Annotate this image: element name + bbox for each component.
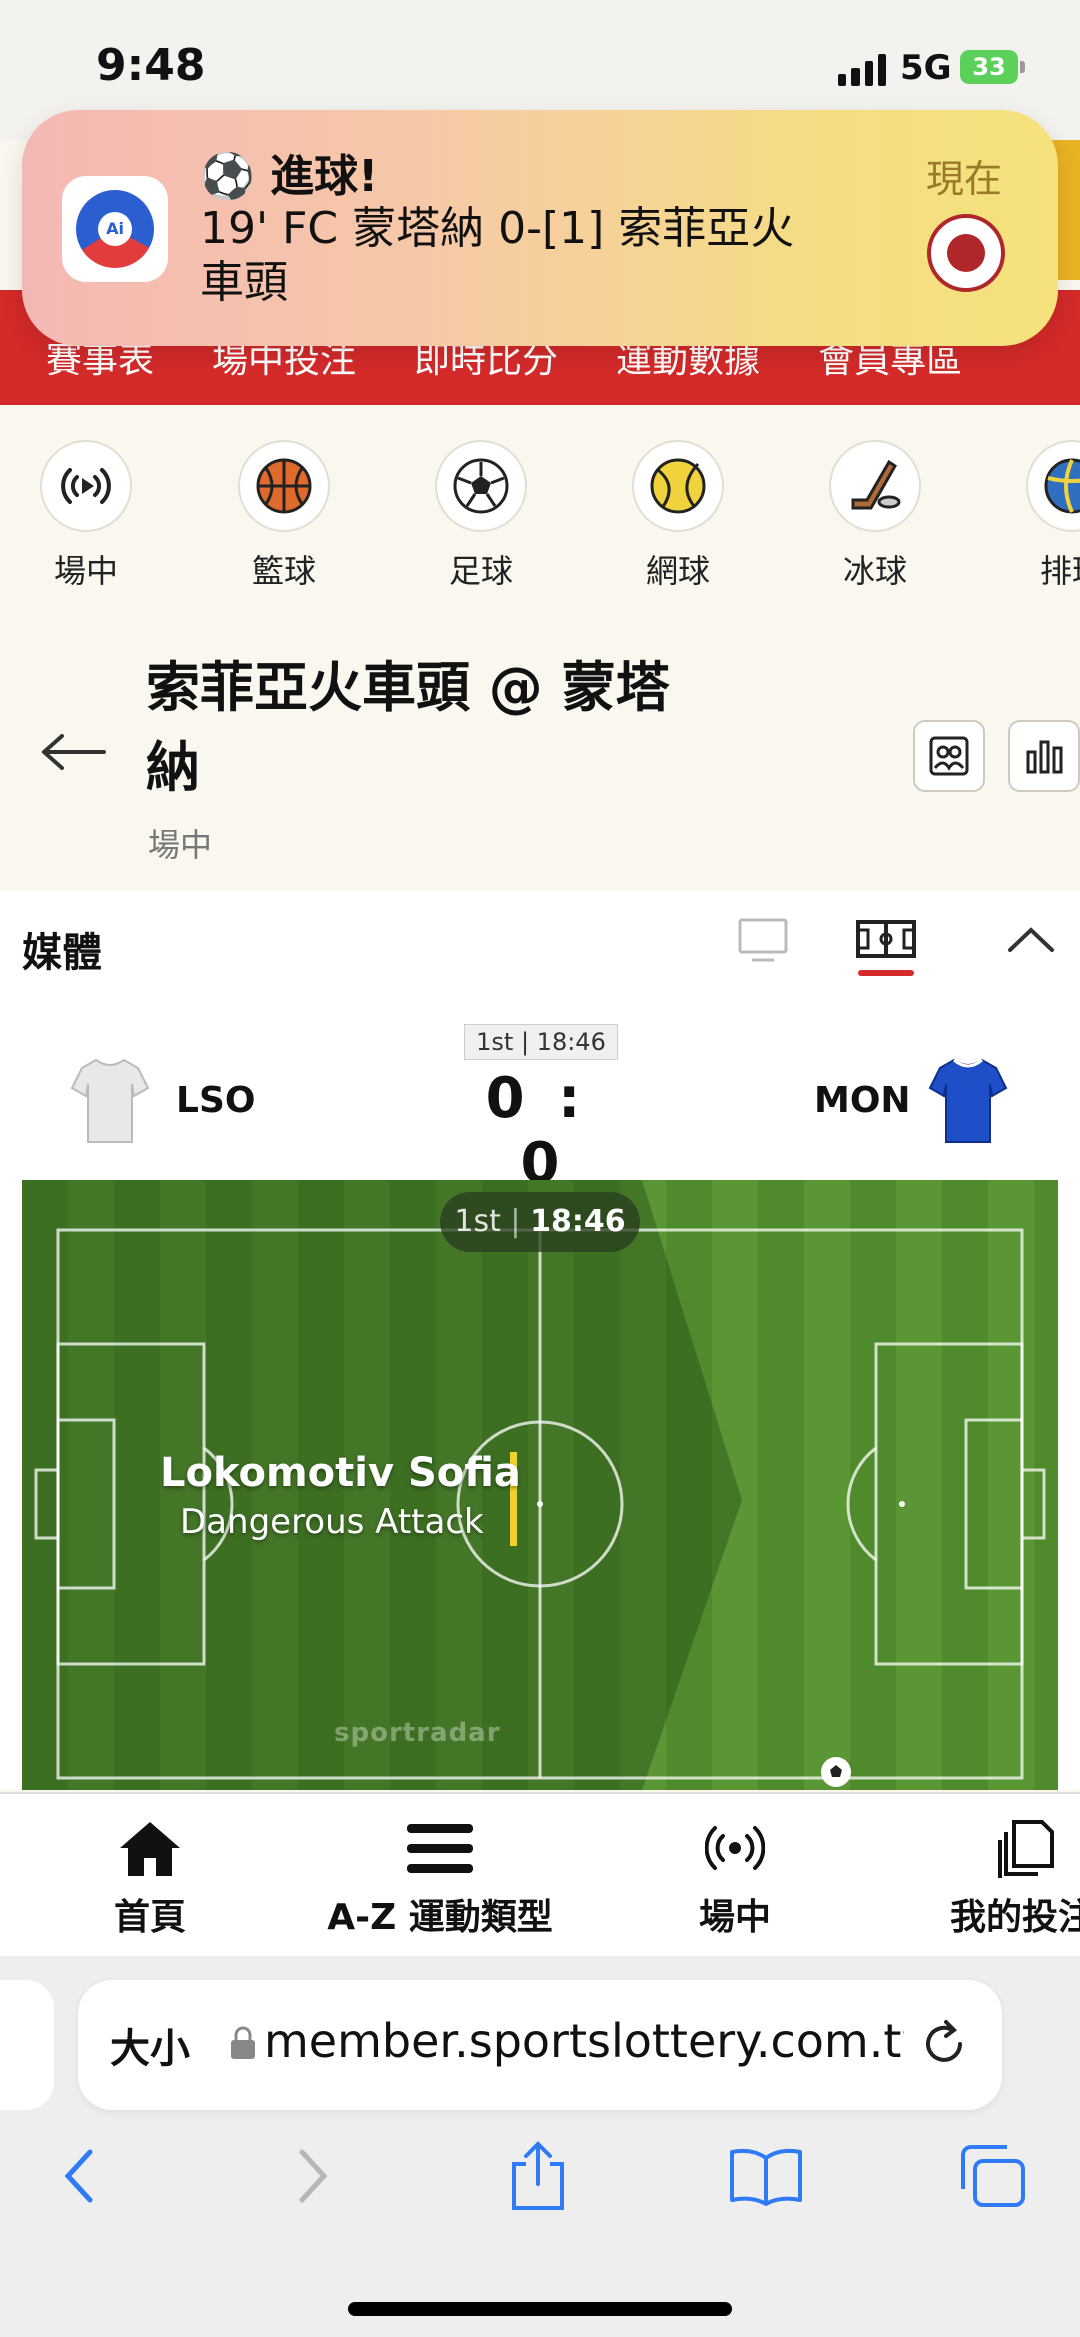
- volleyball-icon: [1026, 440, 1080, 532]
- copy-icon: [946, 1818, 1080, 1878]
- nav-live[interactable]: 場中: [670, 1794, 800, 1956]
- sport-categories: 場中 籃球 足球 網球 冰球 排球: [0, 440, 1080, 610]
- nav-my-bets[interactable]: 我的投注: [946, 1794, 1080, 1956]
- chevron-up-icon[interactable]: [1006, 924, 1056, 954]
- sport-item-volleyball[interactable]: 排球: [1012, 440, 1080, 592]
- provider-watermark: sportradar: [334, 1718, 501, 1748]
- bar-chart-icon: [1026, 740, 1063, 774]
- tennis-icon: [632, 440, 724, 532]
- sport-item-soccer[interactable]: 足球: [421, 440, 541, 592]
- away-jersey-icon: [928, 1054, 1008, 1148]
- battery-tip: [1020, 61, 1025, 73]
- forward-icon[interactable]: [262, 2126, 362, 2226]
- previous-tab-preview[interactable]: [0, 1980, 54, 2110]
- text-size-button[interactable]: 大小: [110, 2016, 190, 2074]
- match-status: 場中: [148, 826, 213, 864]
- home-team-abbr: LSO: [176, 1080, 256, 1121]
- signal-icon: [838, 52, 886, 86]
- menu-icon: [320, 1818, 560, 1878]
- media-section: 媒體 1st | 18:46 LSO 0 : 0 MON 1st | 18:46…: [0, 890, 1080, 1790]
- match-tracker-pitch: 1st | 18:46 Lokomotiv Sofia Dangerous At…: [22, 1180, 1058, 1790]
- period-clock: 1st | 18:46: [464, 1024, 618, 1060]
- match-title: 索菲亞火車頭 @ 蒙塔納: [146, 656, 670, 799]
- media-label: 媒體: [22, 930, 102, 976]
- app-icon: Ai: [62, 176, 168, 282]
- back-arrow-icon[interactable]: [40, 732, 110, 772]
- nav-home[interactable]: 首頁: [80, 1794, 220, 1956]
- home-icon: [80, 1818, 220, 1878]
- bottom-nav: 首頁 A-Z 運動類型 場中 我的投注: [0, 1792, 1080, 1958]
- ball-position-icon: [821, 1757, 851, 1787]
- lineup-icon: [929, 736, 969, 776]
- reload-icon[interactable]: [916, 2016, 972, 2072]
- nav-sports-az[interactable]: A-Z 運動類型: [320, 1794, 560, 1956]
- sport-item-basketball[interactable]: 籃球: [224, 440, 344, 592]
- away-team-abbr: MON: [814, 1080, 911, 1121]
- network-type: 5G: [900, 48, 952, 88]
- tv-icon[interactable]: [738, 918, 788, 962]
- home-indicator: [348, 2302, 732, 2316]
- pitch-clock: 1st | 18:46: [440, 1192, 640, 1252]
- sport-item-live[interactable]: 場中: [26, 440, 146, 592]
- back-icon[interactable]: [30, 2126, 130, 2226]
- address-bar[interactable]: 大小 member.sportslottery.com.tw: [78, 1980, 1002, 2110]
- browser-toolbar: [0, 2126, 1080, 2246]
- share-icon[interactable]: [488, 2126, 588, 2226]
- ball-icon: Ai: [76, 190, 154, 268]
- lineup-button[interactable]: [913, 720, 985, 792]
- browser-chrome: 大小 member.sportslottery.com.tw: [0, 1956, 1080, 2337]
- notification-title: ⚽ 進球!: [200, 151, 379, 202]
- soccer-icon: [435, 440, 527, 532]
- live-icon: [670, 1818, 800, 1878]
- stats-button[interactable]: [1008, 720, 1080, 792]
- basketball-icon: [238, 440, 330, 532]
- goal-notification[interactable]: Ai ⚽ 進球! 19' FC 蒙塔納 0-[1] 索菲亞火車頭 現在: [22, 110, 1058, 346]
- bookmarks-icon[interactable]: [716, 2126, 816, 2226]
- match-event: Dangerous Attack: [180, 1502, 484, 1542]
- sport-item-tennis[interactable]: 網球: [618, 440, 738, 592]
- sport-item-ice-hockey[interactable]: 冰球: [815, 440, 935, 592]
- battery-icon: 33: [960, 50, 1018, 84]
- url-text: member.sportslottery.com.tw: [264, 2014, 904, 2068]
- tabs-icon[interactable]: [942, 2126, 1042, 2226]
- lock-icon: [230, 2026, 256, 2060]
- scoreboard: 0 : 0: [485, 1066, 581, 1196]
- attacking-team: Lokomotiv Sofia: [160, 1450, 521, 1496]
- notification-time: 現在: [926, 157, 1003, 201]
- live-icon: [40, 440, 132, 532]
- home-score: 0: [485, 1066, 525, 1131]
- home-jersey-icon: [70, 1054, 150, 1148]
- status-time: 9:48: [96, 40, 206, 91]
- pitch-view-icon[interactable]: [856, 918, 916, 962]
- notification-body: 19' FC 蒙塔納 0-[1] 索菲亞火車頭: [200, 203, 795, 308]
- club-logo-icon: [927, 214, 1005, 292]
- ice-hockey-icon: [829, 440, 921, 532]
- active-view-indicator: [858, 970, 914, 976]
